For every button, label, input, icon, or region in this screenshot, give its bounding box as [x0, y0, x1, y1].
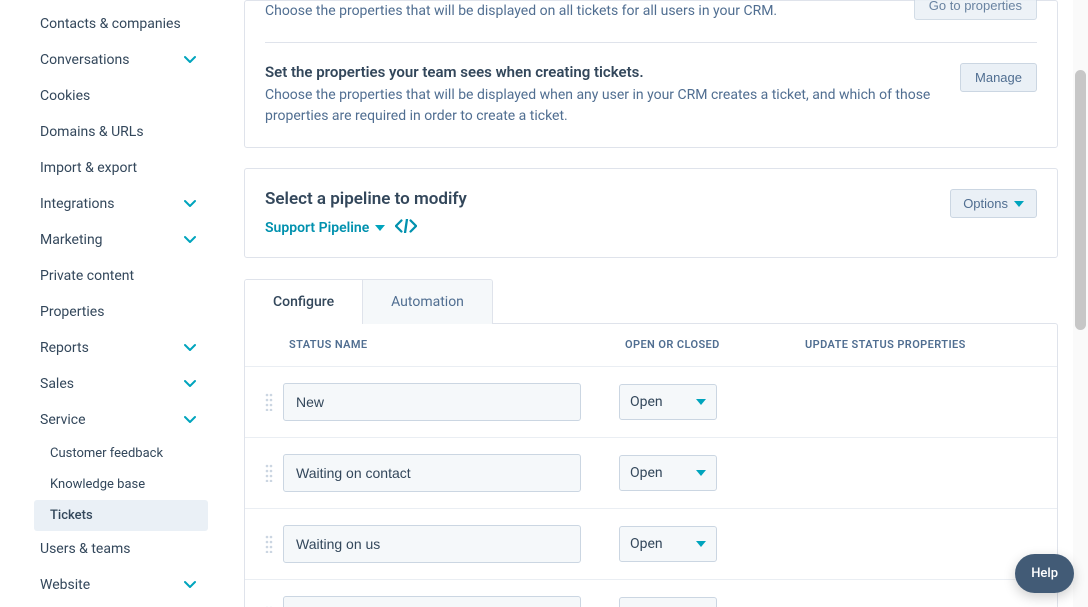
pipeline-selector[interactable]: Support Pipeline	[265, 220, 385, 236]
table-row: Open	[245, 508, 1057, 579]
sidebar-item-label: Cookies	[40, 88, 90, 104]
sidebar-item-conversations[interactable]: Conversations	[24, 42, 208, 78]
status-name-input[interactable]	[283, 454, 581, 492]
tab-configure[interactable]: Configure	[245, 280, 363, 324]
table-row: Open	[245, 437, 1057, 508]
sidebar-item-label: Reports	[40, 340, 89, 356]
scrollbar-track[interactable]	[1073, 0, 1088, 607]
properties-all-desc: Choose the properties that will be displ…	[265, 1, 894, 22]
status-select-value: Open	[630, 465, 663, 481]
properties-all-section: Choose the properties that will be displ…	[265, 1, 1037, 42]
settings-sidebar: Contacts & companies Conversations Cookies…	[0, 0, 214, 607]
sidebar-item-import-export[interactable]: Import & export	[24, 150, 208, 186]
chevron-down-icon	[184, 54, 196, 66]
drag-handle-icon[interactable]	[259, 535, 279, 553]
caret-down-icon	[696, 468, 706, 478]
manage-button[interactable]: Manage	[960, 63, 1037, 92]
sidebar-item-domains-urls[interactable]: Domains & URLs	[24, 114, 208, 150]
properties-team-title: Set the properties your team sees when c…	[265, 63, 940, 81]
sidebar-item-integrations[interactable]: Integrations	[24, 186, 208, 222]
header-update-props: UPDATE STATUS PROPERTIES	[805, 338, 1037, 352]
sidebar-subitem-tickets[interactable]: Tickets	[34, 500, 208, 531]
sidebar-item-label: Marketing	[40, 232, 103, 248]
properties-team-desc: Choose the properties that will be displ…	[265, 85, 940, 127]
options-label: Options	[963, 196, 1008, 211]
caret-down-icon	[696, 539, 706, 549]
options-button[interactable]: Options	[950, 189, 1037, 218]
tab-automation[interactable]: Automation	[363, 280, 492, 324]
main-content: Choose the properties that will be displ…	[214, 0, 1088, 607]
code-icon[interactable]	[395, 219, 417, 237]
chevron-down-icon	[184, 198, 196, 210]
sidebar-item-label: Website	[40, 577, 90, 593]
chevron-down-icon	[184, 579, 196, 591]
caret-down-icon	[375, 223, 385, 233]
sidebar-item-properties[interactable]: Properties	[24, 294, 208, 330]
sidebar-item-label: Contacts & companies	[40, 16, 181, 32]
sidebar-item-cookies[interactable]: Cookies	[24, 78, 208, 114]
sidebar-item-service[interactable]: Service	[24, 402, 208, 438]
sidebar-item-label: Conversations	[40, 52, 129, 68]
table-row: Closed	[245, 579, 1057, 607]
chevron-down-icon	[184, 234, 196, 246]
chevron-down-icon	[184, 414, 196, 426]
status-table: STATUS NAME OPEN OR CLOSED UPDATE STATUS…	[244, 323, 1058, 607]
chevron-down-icon	[184, 378, 196, 390]
caret-down-icon	[696, 397, 706, 407]
sidebar-item-label: Properties	[40, 304, 104, 320]
sidebar-subitem-customer-feedback[interactable]: Customer feedback	[34, 438, 208, 469]
caret-down-icon	[1014, 199, 1024, 209]
sidebar-item-label: Domains & URLs	[40, 124, 144, 140]
properties-card: Choose the properties that will be displ…	[244, 0, 1058, 148]
status-open-closed-select[interactable]: Open	[619, 526, 717, 562]
scrollbar-thumb[interactable]	[1075, 70, 1086, 330]
sidebar-item-marketing[interactable]: Marketing	[24, 222, 208, 258]
status-select-value: Open	[630, 394, 663, 410]
pipeline-card: Select a pipeline to modify Support Pipe…	[244, 168, 1058, 258]
sidebar-item-users-teams[interactable]: Users & teams	[24, 531, 208, 567]
sidebar-item-reports[interactable]: Reports	[24, 330, 208, 366]
sidebar-item-label: Import & export	[40, 160, 137, 176]
drag-handle-icon[interactable]	[259, 464, 279, 482]
sidebar-item-label: Private content	[40, 268, 134, 284]
sidebar-item-label: Integrations	[40, 196, 114, 212]
sidebar-item-label: Service	[40, 412, 86, 428]
sidebar-item-label: Sales	[40, 376, 74, 392]
sidebar-item-website[interactable]: Website	[24, 567, 208, 603]
pipeline-title: Select a pipeline to modify	[265, 189, 467, 209]
status-name-input[interactable]	[283, 383, 581, 421]
status-open-closed-select[interactable]: Open	[619, 384, 717, 420]
status-open-closed-select[interactable]: Open	[619, 455, 717, 491]
go-to-properties-button[interactable]: Go to properties	[914, 0, 1037, 20]
properties-team-section: Set the properties your team sees when c…	[265, 42, 1037, 147]
chevron-down-icon	[184, 342, 196, 354]
status-name-input[interactable]	[283, 596, 581, 607]
status-name-input[interactable]	[283, 525, 581, 563]
status-open-closed-select[interactable]: Closed	[619, 597, 717, 607]
sidebar-item-label: Users & teams	[40, 541, 130, 557]
sidebar-subitem-knowledge-base[interactable]: Knowledge base	[34, 469, 208, 500]
sidebar-item-sales[interactable]: Sales	[24, 366, 208, 402]
help-button[interactable]: Help	[1015, 554, 1074, 593]
pipeline-selected-label: Support Pipeline	[265, 220, 369, 236]
tabs: ConfigureAutomation	[244, 279, 493, 324]
sidebar-item-contacts-companies[interactable]: Contacts & companies	[24, 6, 208, 42]
table-header-row: STATUS NAME OPEN OR CLOSED UPDATE STATUS…	[245, 324, 1057, 367]
table-row: Open	[245, 367, 1057, 437]
header-status-name: STATUS NAME	[285, 338, 625, 352]
drag-handle-icon[interactable]	[259, 393, 279, 411]
status-select-value: Open	[630, 536, 663, 552]
sidebar-item-private-content[interactable]: Private content	[24, 258, 208, 294]
header-open-closed: OPEN OR CLOSED	[625, 338, 805, 352]
